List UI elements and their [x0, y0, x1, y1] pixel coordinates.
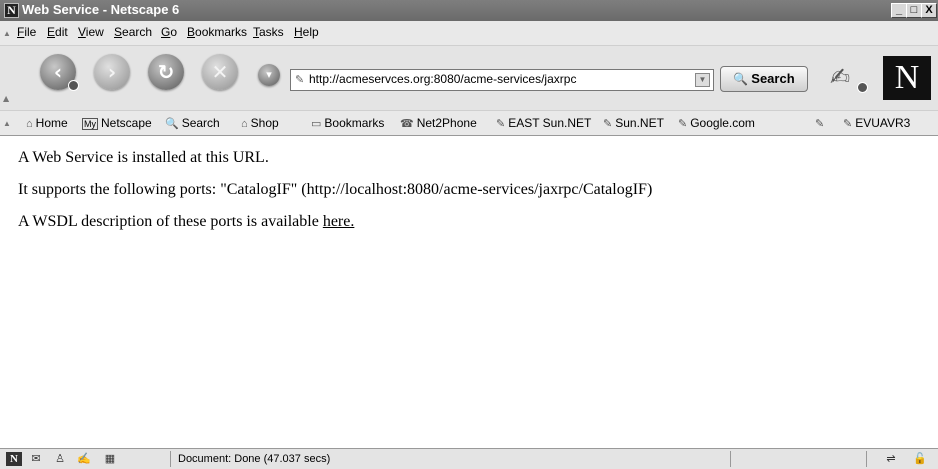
- close-button[interactable]: X: [921, 3, 937, 18]
- url-input[interactable]: [309, 71, 689, 87]
- print-dropdown-icon[interactable]: [857, 82, 868, 93]
- search-button[interactable]: 🔍 Search: [720, 66, 808, 92]
- content-line-1: A Web Service is installed at this URL.: [18, 149, 269, 166]
- stop-icon: ✕: [211, 60, 229, 84]
- search-icon: 🔍: [165, 118, 179, 130]
- content-line-3: A WSDL description of these ports is ava…: [18, 213, 355, 230]
- shop-icon: ⌂: [241, 118, 248, 130]
- dropdown-icon: ▾: [266, 68, 272, 81]
- back-history-dropdown-icon[interactable]: [68, 80, 79, 91]
- menu-go[interactable]: Go: [161, 25, 177, 39]
- forward-button[interactable]: ›: [94, 54, 130, 90]
- home-icon: ⌂: [26, 118, 33, 130]
- my-netscape-icon: My: [82, 118, 98, 130]
- search-button-label: Search: [751, 71, 795, 86]
- net2phone-icon: ☎: [400, 118, 414, 130]
- link-icon: ✎: [815, 118, 825, 130]
- bookmark-sun-net[interactable]: ✎ Sun.NET: [603, 116, 664, 130]
- link-icon: ✎: [678, 118, 688, 130]
- link-icon: ✎: [603, 118, 613, 130]
- toolbar-grip-icon[interactable]: ▲: [3, 29, 11, 38]
- personal-toolbar: ▲ ⌂ Home My Netscape 🔍 Search ⌂ Shop ▭ Bookma…: [0, 111, 938, 136]
- link-icon: ✎: [496, 118, 506, 130]
- netscape-app-icon: N: [4, 3, 19, 18]
- url-bar[interactable]: ✎ ▼: [290, 69, 714, 91]
- link-icon: ✎: [843, 118, 853, 130]
- back-button[interactable]: ‹: [40, 54, 79, 91]
- minimize-button[interactable]: _: [891, 3, 907, 18]
- content-line-2: It supports the following ports: "Catalo…: [18, 181, 653, 198]
- search-icon: 🔍: [733, 72, 749, 86]
- menu-edit[interactable]: Edit: [47, 25, 68, 39]
- page-content: A Web Service is installed at this URL. …: [18, 148, 918, 244]
- bookmark-shop[interactable]: ⌂ Shop: [241, 116, 279, 130]
- mail-icon[interactable]: ✉: [28, 452, 44, 466]
- status-divider: [866, 451, 867, 467]
- bookmark-bookmarks-folder[interactable]: ▭ Bookmarks: [311, 116, 384, 130]
- menu-search[interactable]: Search: [114, 25, 152, 39]
- composer-icon[interactable]: ✍: [76, 452, 92, 466]
- navigation-toolbar: ▲ ‹ › ↻ ✕ ▾ ✎ ▼ 🔍Search ✍ N: [0, 46, 938, 111]
- stop-button[interactable]: ✕: [202, 54, 238, 90]
- toolbar-grip-icon[interactable]: ▲: [3, 94, 11, 103]
- title-bar: N Web Service - Netscape 6 _ □ X: [0, 0, 938, 21]
- bookmark-east-sun-net[interactable]: ✎ EAST Sun.NET: [496, 116, 591, 130]
- bookmark-net2phone[interactable]: ☎ Net2Phone: [400, 116, 477, 130]
- online-connection-icon[interactable]: ⇌: [878, 452, 904, 466]
- bookmark-my-netscape[interactable]: My Netscape: [82, 116, 152, 130]
- menu-tasks[interactable]: Tasks: [253, 25, 284, 39]
- bookmark-evuavr3[interactable]: ✎ EVUAVR3: [843, 116, 910, 130]
- menu-help[interactable]: Help: [294, 25, 319, 39]
- print-icon[interactable]: ✍: [830, 63, 856, 91]
- status-divider: [170, 451, 171, 467]
- wsdl-link[interactable]: here.: [323, 213, 355, 230]
- toolbar-grip-icon[interactable]: ▲: [3, 119, 11, 128]
- address-book-icon[interactable]: ▦: [102, 452, 118, 466]
- bookmark-search[interactable]: 🔍 Search: [165, 116, 220, 130]
- menu-bookmarks[interactable]: Bookmarks: [187, 25, 247, 39]
- bookmark-google[interactable]: ✎ Google.com: [678, 116, 755, 130]
- netscape-logo[interactable]: N: [883, 56, 931, 100]
- url-dropdown-icon[interactable]: ▼: [695, 73, 710, 87]
- maximize-button[interactable]: □: [906, 3, 922, 18]
- bookmark-home[interactable]: ⌂ Home: [26, 116, 68, 130]
- menu-file[interactable]: File: [17, 25, 36, 39]
- page-icon: ✎: [295, 74, 305, 86]
- security-lock-icon[interactable]: 🔓: [912, 452, 928, 466]
- status-text: Document: Done (47.037 secs): [178, 453, 331, 465]
- reload-button[interactable]: ↻: [148, 54, 184, 90]
- status-bar: N ✉ ♙ ✍ ▦ Document: Done (47.037 secs) ⇌…: [0, 448, 938, 469]
- instant-messenger-icon[interactable]: ♙: [52, 452, 68, 466]
- url-history-dropdown[interactable]: ▾: [258, 64, 280, 86]
- window-title: Web Service - Netscape 6: [22, 2, 180, 17]
- menu-bar: ▲ File Edit View Search Go Bookmarks Tas…: [0, 21, 938, 46]
- forward-icon: ›: [107, 60, 117, 84]
- menu-view[interactable]: View: [78, 25, 104, 39]
- status-divider: [730, 451, 731, 467]
- bookmarks-folder-icon: ▭: [311, 118, 322, 130]
- navigator-icon[interactable]: N: [6, 452, 22, 466]
- reload-icon: ↻: [157, 60, 175, 84]
- bookmark-unnamed[interactable]: ✎: [815, 116, 827, 130]
